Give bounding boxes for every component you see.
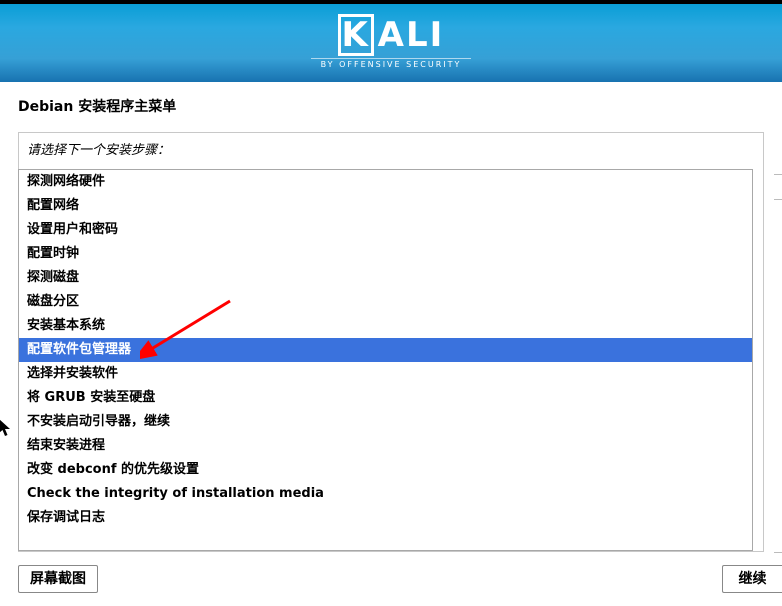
button-bar: 屏幕截图 继续 xyxy=(18,565,782,599)
header-banner: KALI BY OFFENSIVE SECURITY xyxy=(0,4,782,82)
step-item[interactable]: 磁盘分区 xyxy=(19,290,752,314)
step-item[interactable]: 设置用户和密码 xyxy=(19,218,752,242)
kali-logo: KALI BY OFFENSIVE SECURITY xyxy=(311,14,471,69)
step-item[interactable]: 配置软件包管理器 xyxy=(19,338,752,362)
step-item[interactable]: 保存调试日志 xyxy=(19,506,752,530)
outer-scrollbar-hint-top xyxy=(774,174,782,200)
step-item[interactable]: 选择并安装软件 xyxy=(19,362,752,386)
step-item[interactable]: 配置时钟 xyxy=(19,242,752,266)
body-area: Debian 安装程序主菜单 请选择下一个安装步骤： 探测网络硬件配置网络设置用… xyxy=(0,82,782,552)
kali-tagline: BY OFFENSIVE SECURITY xyxy=(311,58,471,69)
step-item[interactable]: 探测网络硬件 xyxy=(19,170,752,194)
prompt-text: 请选择下一个安装步骤： xyxy=(19,133,763,168)
kali-logo-k-box: K xyxy=(338,14,374,56)
step-item[interactable]: 结束安装进程 xyxy=(19,434,752,458)
continue-button[interactable]: 继续 xyxy=(722,565,782,593)
kali-logo-text: KALI xyxy=(338,14,445,56)
page-title: Debian 安装程序主菜单 xyxy=(18,96,764,116)
installer-window: KALI BY OFFENSIVE SECURITY Debian 安装程序主菜… xyxy=(0,0,782,606)
step-item[interactable]: 改变 debconf 的优先级设置 xyxy=(19,458,752,482)
step-item[interactable]: 将 GRUB 安装至硬盘 xyxy=(19,386,752,410)
step-item[interactable]: Check the integrity of installation medi… xyxy=(19,482,752,506)
step-item[interactable]: 探测磁盘 xyxy=(19,266,752,290)
step-item[interactable]: 安装基本系统 xyxy=(19,314,752,338)
step-item[interactable]: 配置网络 xyxy=(19,194,752,218)
steps-listbox[interactable]: 探测网络硬件配置网络设置用户和密码配置时钟探测磁盘磁盘分区安装基本系统配置软件包… xyxy=(18,169,753,551)
kali-logo-rest: ALI xyxy=(378,18,445,52)
screenshot-button[interactable]: 屏幕截图 xyxy=(18,565,98,593)
step-item[interactable]: 不安装启动引导器，继续 xyxy=(19,410,752,434)
main-menu-panel: 请选择下一个安装步骤： 探测网络硬件配置网络设置用户和密码配置时钟探测磁盘磁盘分… xyxy=(18,132,764,552)
